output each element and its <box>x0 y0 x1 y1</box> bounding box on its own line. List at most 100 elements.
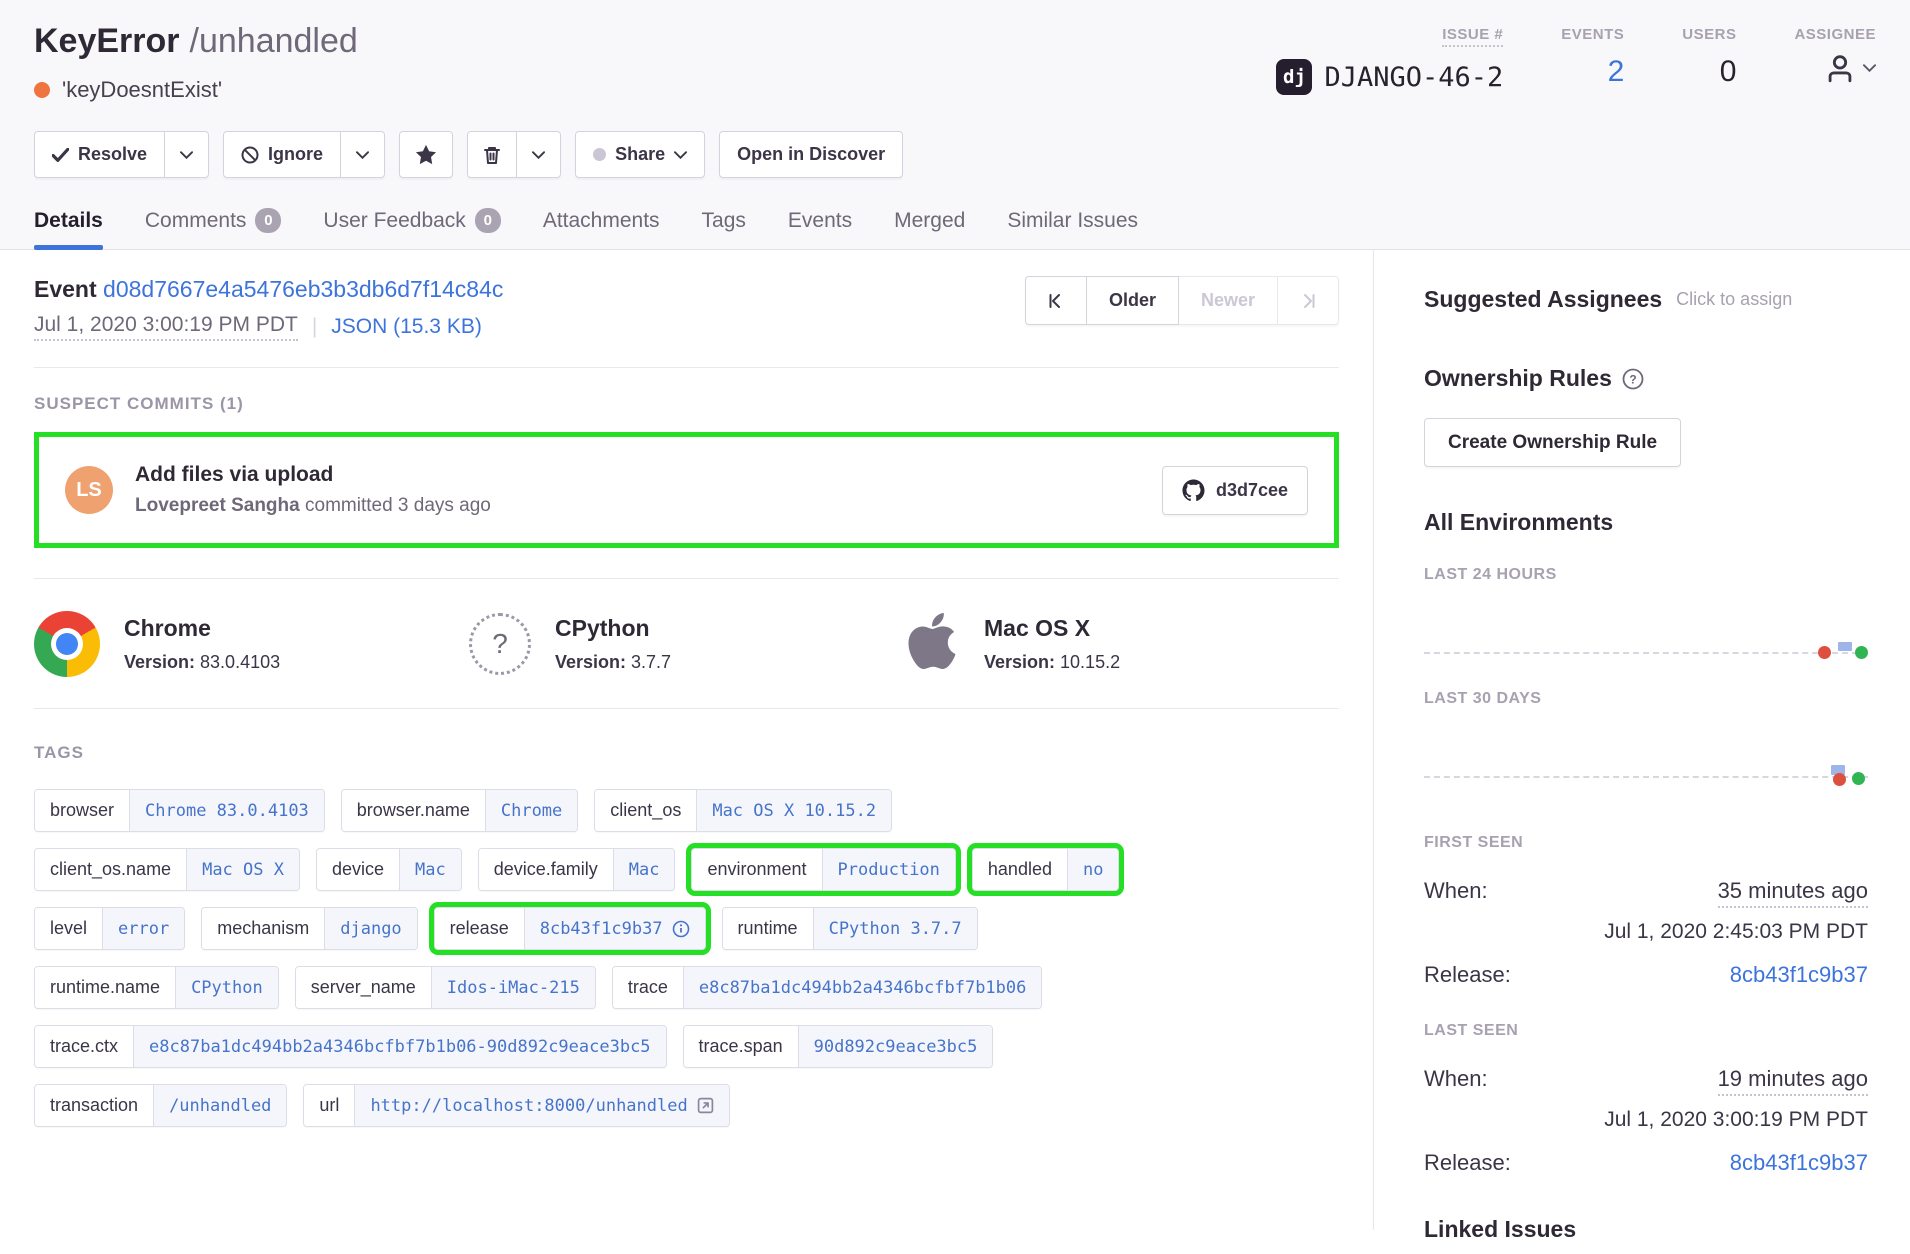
tag-handled[interactable]: handledno <box>972 848 1120 891</box>
create-ownership-rule-button[interactable]: Create Ownership Rule <box>1424 418 1681 467</box>
tab-tags[interactable]: Tags <box>702 208 746 249</box>
tab-similar-issues[interactable]: Similar Issues <box>1007 208 1138 249</box>
tag-key: client_os <box>595 790 696 831</box>
tag-value[interactable]: Mac OS X <box>186 849 299 890</box>
tag-transaction[interactable]: transaction/unhandled <box>34 1084 287 1127</box>
suspect-commit-panel-annotation: LS Add files via upload Lovepreet Sangha… <box>34 432 1339 548</box>
tag-level[interactable]: levelerror <box>34 907 185 950</box>
context-cpython: ?CPythonVersion: 3.7.7 <box>469 609 904 678</box>
tag-runtime[interactable]: runtimeCPython 3.7.7 <box>722 907 978 950</box>
tag-device-family[interactable]: device.familyMac <box>478 848 676 891</box>
tag-mechanism[interactable]: mechanismdjango <box>201 907 417 950</box>
tab-merged[interactable]: Merged <box>894 208 965 249</box>
last-seen-date: Jul 1, 2020 3:00:19 PM PDT <box>1424 1108 1868 1132</box>
tag-value[interactable]: error <box>102 908 184 949</box>
resolve-button[interactable]: Resolve <box>34 131 165 178</box>
tag-trace-ctx[interactable]: trace.ctxe8c87ba1dc494bb2a4346bcfbf7b1b0… <box>34 1025 667 1068</box>
event-json-link[interactable]: JSON (15.3 KB) <box>331 315 482 339</box>
newer-event-button[interactable]: Newer <box>1179 276 1278 325</box>
tag-value[interactable]: Production <box>822 849 955 890</box>
tag-trace[interactable]: tracee8c87ba1dc494bb2a4346bcfbf7b1b06 <box>612 966 1043 1009</box>
skip-to-latest-button[interactable] <box>1278 276 1339 325</box>
share-button[interactable]: Share <box>575 131 705 178</box>
issue-short-id[interactable]: dj DJANGO-46-2 <box>1276 59 1503 95</box>
tag-environment[interactable]: environmentProduction <box>691 848 955 891</box>
context-text: Mac OS XVersion: 10.15.2 <box>984 615 1120 673</box>
delete-dropdown-button[interactable] <box>517 131 561 178</box>
issue-short-id-text: DJANGO-46-2 <box>1324 62 1503 93</box>
tab-label: User Feedback <box>323 209 465 233</box>
tab-user-feedback[interactable]: User Feedback0 <box>323 208 500 249</box>
context-version: Version: 3.7.7 <box>555 652 671 673</box>
ignore-dropdown-button[interactable] <box>341 131 385 178</box>
suggested-assignees-heading: Suggested Assignees Click to assign <box>1424 286 1868 313</box>
context-version: Version: 83.0.4103 <box>124 652 280 673</box>
tag-key: release <box>435 908 524 949</box>
tag-value[interactable]: Chrome 83.0.4103 <box>129 790 324 831</box>
tag-server-name[interactable]: server_nameIdos-iMac-215 <box>295 966 596 1009</box>
tag-release[interactable]: release8cb43f1c9b37 <box>434 907 706 950</box>
users-count[interactable]: 0 <box>1720 55 1737 89</box>
older-event-button[interactable]: Older <box>1087 276 1179 325</box>
event-contexts: ChromeVersion: 83.0.4103?CPythonVersion:… <box>34 579 1339 709</box>
tag-value[interactable]: 8cb43f1c9b37 <box>524 908 705 949</box>
tag-key: environment <box>692 849 821 890</box>
event-id-link[interactable]: d08d7667e4a5476eb3b3db6d7f14c84c <box>103 276 503 302</box>
tag-value[interactable]: http://localhost:8000/unhandled <box>354 1085 728 1126</box>
tag-value[interactable]: e8c87ba1dc494bb2a4346bcfbf7b1b06-90d892c… <box>133 1026 666 1067</box>
action-bar: Resolve Ignore <box>34 131 1876 178</box>
context-version: Version: 10.15.2 <box>984 652 1120 673</box>
bookmark-button[interactable] <box>399 131 453 178</box>
help-circle-icon[interactable]: ? <box>1622 368 1644 390</box>
first-seen-release-link[interactable]: 8cb43f1c9b37 <box>1730 962 1868 988</box>
open-in-discover-button[interactable]: Open in Discover <box>719 131 903 178</box>
delete-button-group <box>467 131 561 178</box>
tag-value[interactable]: Mac <box>399 849 461 890</box>
tag-value[interactable]: e8c87ba1dc494bb2a4346bcfbf7b1b06 <box>683 967 1042 1008</box>
tab-attachments[interactable]: Attachments <box>543 208 660 249</box>
tag-value[interactable]: 90d892c9eace3bc5 <box>798 1026 993 1067</box>
tag-key: url <box>304 1085 354 1126</box>
tag-client-os[interactable]: client_osMac OS X 10.15.2 <box>594 789 892 832</box>
assignee-dropdown[interactable] <box>1823 51 1876 85</box>
tag-value[interactable]: Chrome <box>485 790 577 831</box>
tag-value[interactable]: Mac <box>613 849 675 890</box>
event-timestamp: Jul 1, 2020 3:00:19 PM PDT <box>34 313 298 341</box>
skip-to-first-icon <box>1048 293 1064 309</box>
tag-browser-name[interactable]: browser.nameChrome <box>341 789 578 832</box>
tag-value[interactable]: CPython 3.7.7 <box>813 908 977 949</box>
last-seen-release-link[interactable]: 8cb43f1c9b37 <box>1730 1150 1868 1176</box>
tag-client-os-name[interactable]: client_os.nameMac OS X <box>34 848 300 891</box>
tab-details[interactable]: Details <box>34 208 103 249</box>
ignore-button[interactable]: Ignore <box>223 131 341 178</box>
tag-value[interactable]: /unhandled <box>153 1085 286 1126</box>
django-project-icon: dj <box>1276 59 1312 95</box>
resolve-dropdown-button[interactable] <box>165 131 209 178</box>
marker-first-seen <box>1818 646 1831 659</box>
delete-button[interactable] <box>467 131 517 178</box>
tag-value[interactable]: no <box>1067 849 1118 890</box>
events-count[interactable]: 2 <box>1608 55 1625 89</box>
share-label: Share <box>615 144 665 165</box>
tag-url[interactable]: urlhttp://localhost:8000/unhandled <box>303 1084 729 1127</box>
commit-meta: Lovepreet Sangha committed 3 days ago <box>135 495 1162 517</box>
tag-value[interactable]: django <box>324 908 416 949</box>
tag-browser[interactable]: browserChrome 83.0.4103 <box>34 789 325 832</box>
tag-trace-span[interactable]: trace.span90d892c9eace3bc5 <box>683 1025 994 1068</box>
tag-key: trace.span <box>684 1026 798 1067</box>
tag-value[interactable]: Mac OS X 10.15.2 <box>696 790 891 831</box>
tag-value[interactable]: Idos-iMac-215 <box>431 967 595 1008</box>
tag-device[interactable]: deviceMac <box>316 848 462 891</box>
tab-events[interactable]: Events <box>788 208 852 249</box>
tag-value[interactable]: CPython <box>175 967 278 1008</box>
oldest-event-button[interactable] <box>1025 276 1087 325</box>
issue-message: 'keyDoesntExist' <box>62 77 222 103</box>
tag-runtime-name[interactable]: runtime.nameCPython <box>34 966 279 1009</box>
tab-comments[interactable]: Comments0 <box>145 208 282 249</box>
last-seen-release-label: Release: <box>1424 1150 1511 1176</box>
svg-text:?: ? <box>1629 372 1636 386</box>
all-environments-heading: All Environments <box>1424 509 1868 536</box>
commit-sha-button[interactable]: d3d7cee <box>1162 466 1308 515</box>
commit-author: Lovepreet Sangha <box>135 495 300 516</box>
sidebar: Suggested Assignees Click to assign Owne… <box>1374 250 1910 1230</box>
